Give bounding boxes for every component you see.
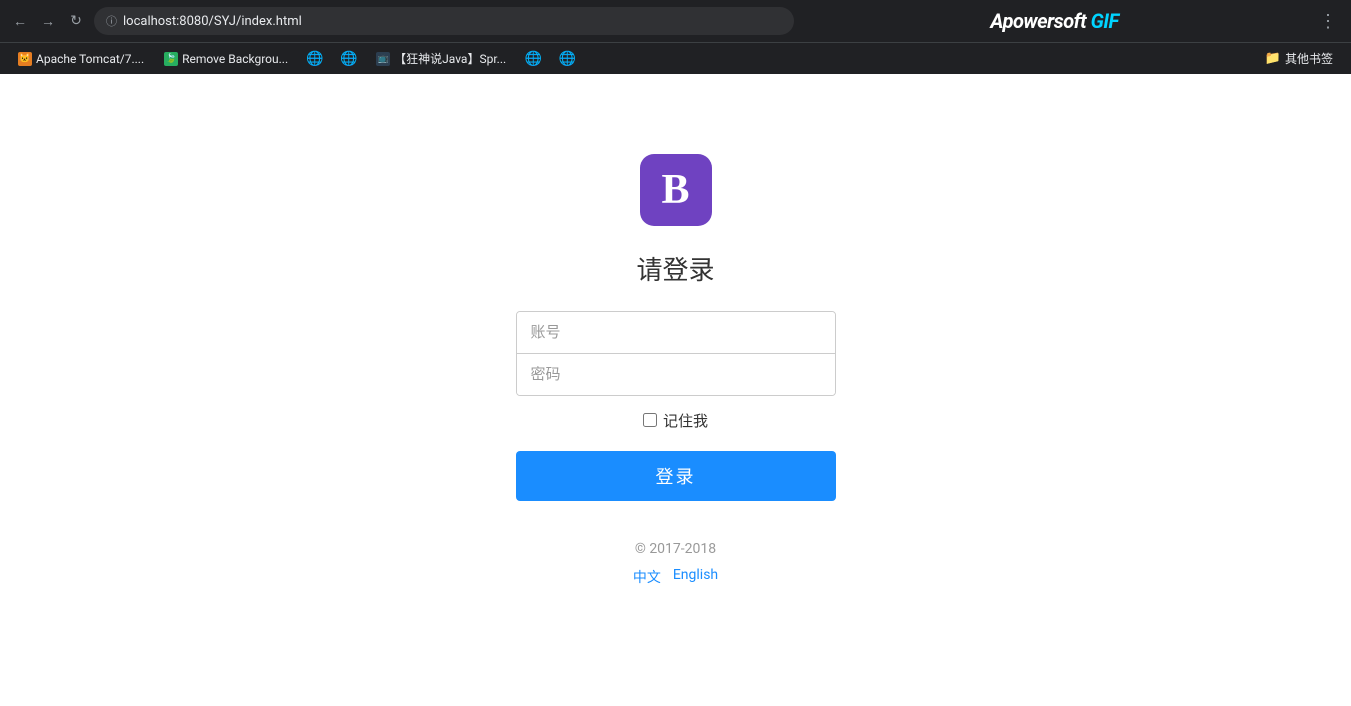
login-container: B 请登录 记住我 登录 © 2017-2018 中文 English — [516, 154, 836, 587]
url-text: localhost:8080/SYJ/index.html — [123, 14, 302, 29]
footer: © 2017-2018 中文 English — [633, 541, 718, 587]
bookmark-globe-3[interactable]: 🌐 — [518, 49, 548, 69]
login-button[interactable]: 登录 — [516, 451, 836, 501]
bookmark-icon-leaf: 🍃 — [164, 52, 178, 66]
bookmark-label-tomcat: Apache Tomcat/7.... — [36, 52, 144, 66]
bookmark-icon-globe4: 🌐 — [560, 52, 574, 66]
remember-me-label: 记住我 — [663, 410, 708, 431]
other-bookmarks-label: 其他书签 — [1285, 50, 1333, 67]
password-input[interactable] — [517, 354, 835, 395]
bookmark-icon-globe1: 🌐 — [308, 52, 322, 66]
username-input[interactable] — [517, 312, 835, 354]
page-content: B 请登录 记住我 登录 © 2017-2018 中文 English — [0, 74, 1351, 706]
refresh-button[interactable]: ↻ — [66, 11, 86, 31]
copyright-text: © 2017-2018 — [635, 541, 716, 557]
bootstrap-letter: B — [661, 169, 689, 211]
bookmark-icon-tomcat: 🐱 — [18, 52, 32, 66]
login-form — [516, 311, 836, 396]
bookmark-remove-bg[interactable]: 🍃 Remove Backgrou... — [156, 49, 296, 69]
apowersoft-text: Apowersoft — [990, 9, 1090, 33]
bookmark-label-remove-bg: Remove Backgrou... — [182, 52, 288, 66]
lang-chinese-link[interactable]: 中文 — [633, 567, 661, 587]
bookmark-icon-globe3: 🌐 — [526, 52, 540, 66]
remember-me-checkbox[interactable] — [643, 413, 657, 427]
bookmark-icon-tv: 📺 — [376, 52, 390, 66]
browser-menu-button[interactable]: ⋮ — [1315, 7, 1341, 36]
bootstrap-logo: B — [640, 154, 712, 226]
bookmarks-bar: 🐱 Apache Tomcat/7.... 🍃 Remove Backgrou.… — [0, 42, 1351, 74]
browser-chrome: ← → ↻ ⓘ localhost:8080/SYJ/index.html Ap… — [0, 0, 1351, 74]
login-title: 请登录 — [636, 250, 714, 287]
apowersoft-badge: Apowersoft GIF — [990, 9, 1118, 33]
address-bar[interactable]: ⓘ localhost:8080/SYJ/index.html — [94, 7, 794, 35]
remember-me-container: 记住我 — [643, 410, 708, 431]
back-button[interactable]: ← — [10, 11, 30, 31]
bookmark-kuangshen[interactable]: 📺 【狂神说Java】Spr... — [368, 47, 514, 70]
bookmark-globe-1[interactable]: 🌐 — [300, 49, 330, 69]
language-links: 中文 English — [633, 567, 718, 587]
forward-button[interactable]: → — [38, 11, 58, 31]
lock-icon: ⓘ — [106, 13, 117, 29]
gif-text: GIF — [1091, 9, 1119, 33]
bookmark-tomcat[interactable]: 🐱 Apache Tomcat/7.... — [10, 49, 152, 69]
bookmark-globe-4[interactable]: 🌐 — [552, 49, 582, 69]
bookmark-label-kuangshen: 【狂神说Java】Spr... — [394, 50, 506, 67]
bookmark-icon-globe2: 🌐 — [342, 52, 356, 66]
bookmark-folder-icon: 📁 — [1265, 51, 1281, 66]
bookmark-globe-2[interactable]: 🌐 — [334, 49, 364, 69]
lang-english-link[interactable]: English — [673, 567, 718, 587]
browser-toolbar: ← → ↻ ⓘ localhost:8080/SYJ/index.html Ap… — [0, 0, 1351, 42]
other-bookmarks[interactable]: 📁 其他书签 — [1257, 47, 1341, 70]
